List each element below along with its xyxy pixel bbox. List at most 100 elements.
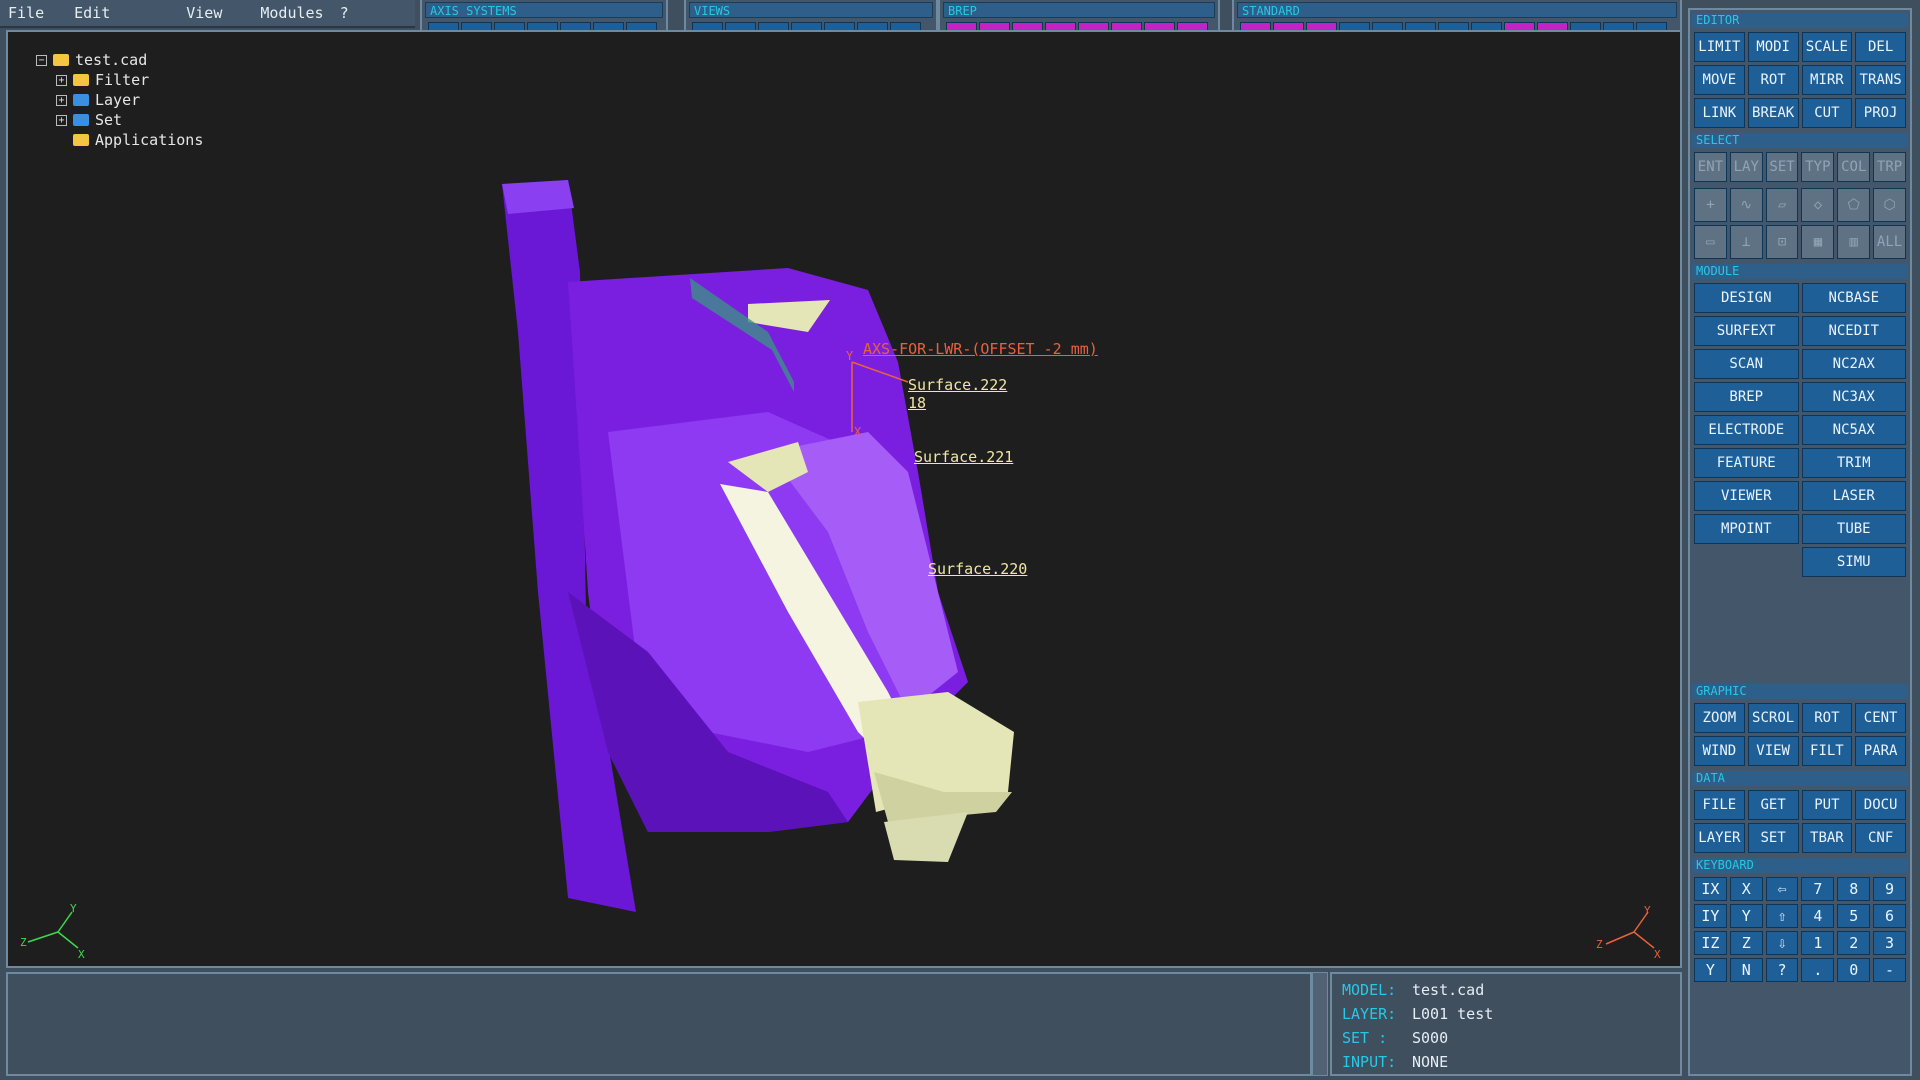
module-button[interactable]: VIEWER [1694, 481, 1799, 511]
keyboard-key[interactable]: 2 [1837, 931, 1871, 955]
data-button[interactable]: GET [1747, 790, 1799, 820]
menu-help[interactable]: ? [332, 4, 357, 22]
3d-viewport[interactable]: − test.cad + Filter + Layer + Set Applic… [6, 30, 1682, 968]
editor-button[interactable]: LIMIT [1694, 32, 1745, 62]
select-all-button[interactable]: ALL [1873, 225, 1906, 259]
module-button[interactable]: LASER [1801, 481, 1906, 511]
editor-button[interactable]: TRANS [1855, 65, 1906, 95]
graphic-button[interactable]: ZOOM [1694, 703, 1745, 733]
group-icon[interactable]: ▦ [1801, 225, 1835, 259]
select-filter-button[interactable]: SET [1765, 152, 1799, 182]
menu-view[interactable]: View [178, 4, 230, 22]
surface-callout-221[interactable]: Surface.221 [914, 448, 1013, 466]
keyboard-key[interactable]: X [1729, 877, 1763, 901]
data-button[interactable]: LAYER [1694, 823, 1745, 853]
keyboard-key[interactable]: Y [1694, 958, 1727, 982]
plane-icon[interactable]: ▭ [1694, 225, 1727, 259]
select-filter-button[interactable]: LAY [1729, 152, 1763, 182]
editor-button[interactable]: DEL [1855, 32, 1906, 62]
keyboard-key[interactable]: 9 [1873, 877, 1906, 901]
graphic-button[interactable]: WIND [1694, 736, 1745, 766]
select-filter-button[interactable]: COL [1837, 152, 1871, 182]
mesh-icon[interactable]: ⬡ [1873, 188, 1906, 222]
menu-modules[interactable]: Modules [252, 4, 331, 22]
keyboard-key[interactable]: 8 [1837, 877, 1871, 901]
command-output-area[interactable] [6, 972, 1312, 1076]
module-button[interactable]: BREP [1694, 382, 1799, 412]
keyboard-key[interactable]: IX [1694, 877, 1727, 901]
data-button[interactable]: PUT [1801, 790, 1853, 820]
surface-callout-222[interactable]: Surface.222 [908, 376, 1007, 394]
keyboard-key[interactable]: Z [1729, 931, 1763, 955]
graphic-button[interactable]: ROT [1801, 703, 1853, 733]
editor-button[interactable]: BREAK [1747, 98, 1799, 128]
module-button[interactable]: NC5AX [1801, 415, 1906, 445]
cad-model[interactable]: Y X [8, 32, 1682, 968]
keyboard-key[interactable]: ? [1765, 958, 1799, 982]
select-filter-button[interactable]: ENT [1694, 152, 1727, 182]
data-button[interactable]: SET [1747, 823, 1799, 853]
editor-button[interactable]: ROT [1747, 65, 1799, 95]
point-icon[interactable]: + [1694, 188, 1727, 222]
graphic-button[interactable]: FILT [1801, 736, 1853, 766]
axis-icon[interactable]: ⊥ [1729, 225, 1763, 259]
keyboard-key[interactable]: ⇦ [1765, 877, 1799, 901]
editor-button[interactable]: LINK [1694, 98, 1745, 128]
module-button[interactable]: ELECTRODE [1694, 415, 1799, 445]
keyboard-key[interactable]: Y [1729, 904, 1763, 928]
keyboard-key[interactable]: 7 [1801, 877, 1835, 901]
module-button[interactable]: FEATURE [1694, 448, 1799, 478]
command-scrollbar[interactable] [1312, 972, 1328, 1076]
menu-file[interactable]: File [0, 4, 52, 22]
menu-edit[interactable]: Edit [66, 4, 118, 22]
keyboard-key[interactable]: 1 [1801, 931, 1835, 955]
axis-callout[interactable]: AXS-FOR-LWR-(OFFSET -2 mm) [863, 340, 1098, 358]
module-button[interactable]: SURFEXT [1694, 316, 1799, 346]
module-button[interactable]: TRIM [1801, 448, 1906, 478]
module-button[interactable]: SIMU [1801, 547, 1906, 577]
module-button[interactable]: DESIGN [1694, 283, 1799, 313]
keyboard-key[interactable]: . [1801, 958, 1835, 982]
module-button[interactable]: TUBE [1801, 514, 1906, 544]
editor-button[interactable]: CUT [1801, 98, 1853, 128]
module-button[interactable]: MPOINT [1694, 514, 1799, 544]
data-button[interactable]: FILE [1694, 790, 1745, 820]
editor-button[interactable]: SCALE [1801, 32, 1853, 62]
module-button[interactable]: NC2AX [1801, 349, 1906, 379]
keyboard-key[interactable]: ⇩ [1765, 931, 1799, 955]
editor-button[interactable]: MODI [1747, 32, 1799, 62]
keyboard-key[interactable]: 4 [1801, 904, 1835, 928]
graphic-button[interactable]: VIEW [1747, 736, 1799, 766]
keyboard-key[interactable]: IY [1694, 904, 1727, 928]
data-button[interactable]: DOCU [1855, 790, 1906, 820]
keyboard-key[interactable]: - [1873, 958, 1906, 982]
editor-button[interactable]: PROJ [1855, 98, 1906, 128]
layers-icon[interactable]: ▥ [1837, 225, 1871, 259]
keyboard-key[interactable]: 3 [1873, 931, 1906, 955]
graphic-button[interactable]: CENT [1855, 703, 1906, 733]
curve-icon[interactable]: ∿ [1729, 188, 1763, 222]
editor-button[interactable]: MOVE [1694, 65, 1745, 95]
select-filter-button[interactable]: TYP [1801, 152, 1835, 182]
surface-callout-18[interactable]: 18 [908, 394, 926, 412]
editor-button[interactable]: MIRR [1801, 65, 1853, 95]
keyboard-key[interactable]: 0 [1837, 958, 1871, 982]
keyboard-key[interactable]: IZ [1694, 931, 1727, 955]
module-button[interactable]: SCAN [1694, 349, 1799, 379]
keyboard-key[interactable]: 5 [1837, 904, 1871, 928]
data-button[interactable]: CNF [1855, 823, 1906, 853]
solid-icon[interactable]: ⬠ [1837, 188, 1871, 222]
module-button[interactable]: NCEDIT [1801, 316, 1906, 346]
data-button[interactable]: TBAR [1801, 823, 1853, 853]
module-button[interactable]: NC3AX [1801, 382, 1906, 412]
graphic-button[interactable]: SCROL [1747, 703, 1799, 733]
keyboard-key[interactable]: ⇧ [1765, 904, 1799, 928]
face-icon[interactable]: ◇ [1801, 188, 1835, 222]
keyboard-key[interactable]: N [1729, 958, 1763, 982]
select-filter-button[interactable]: TRP [1873, 152, 1906, 182]
graphic-button[interactable]: PARA [1855, 736, 1906, 766]
surface-callout-220[interactable]: Surface.220 [928, 560, 1027, 578]
box-icon[interactable]: ⊡ [1765, 225, 1799, 259]
keyboard-key[interactable]: 6 [1873, 904, 1906, 928]
module-button[interactable]: NCBASE [1801, 283, 1906, 313]
